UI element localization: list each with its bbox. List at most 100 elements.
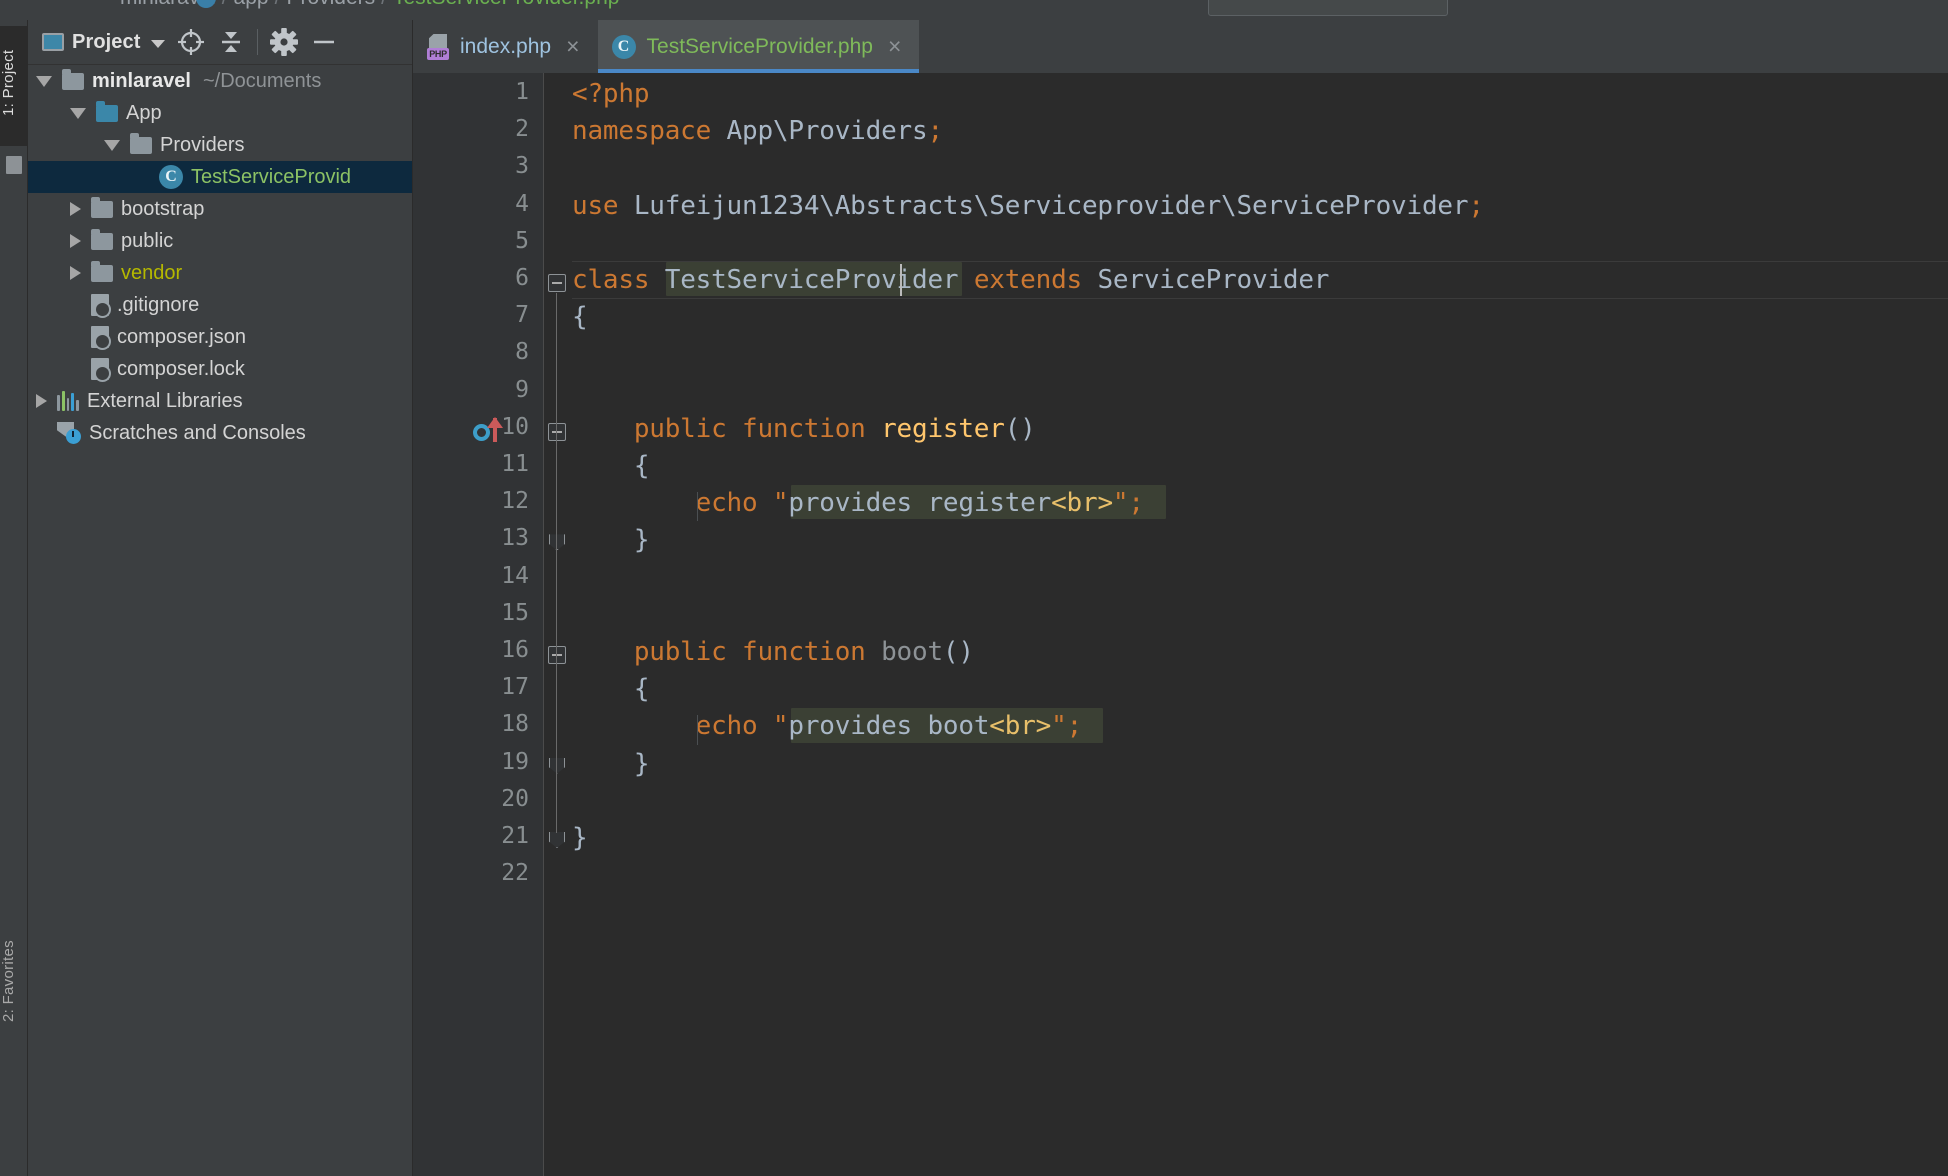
twisty-expanded-icon[interactable] — [36, 75, 52, 87]
tree-item-minlaravel[interactable]: minlaravel ~/Documents — [28, 65, 412, 97]
code-line[interactable]: use Lufeijun1234\Abstracts\Serviceprovid… — [572, 191, 1484, 221]
tree-item-label: .gitignore — [117, 293, 200, 316]
code-token: App\Providers — [726, 116, 928, 147]
code-line[interactable]: <?php — [572, 79, 649, 109]
close-icon[interactable]: × — [888, 35, 901, 58]
fold-region-end-boot[interactable] — [549, 757, 565, 774]
code-token: " — [772, 711, 789, 742]
twisty-expanded-icon[interactable] — [104, 139, 120, 151]
fold-region-end-class[interactable] — [549, 832, 565, 848]
line-number: 15 — [501, 599, 529, 626]
tree-item-label: External Libraries — [87, 389, 243, 412]
left-tool-rail: 1: Project 2: Favorites — [0, 20, 28, 1176]
code-token: <br> — [1051, 488, 1113, 519]
tree-item-bootstrap[interactable]: bootstrap — [28, 193, 412, 225]
tree-item-gitignore[interactable]: .gitignore — [28, 289, 412, 321]
code-line[interactable]: echo "provides register<br>"; — [572, 488, 1144, 518]
close-icon[interactable]: × — [566, 35, 579, 58]
tree-item-app[interactable]: App — [28, 97, 412, 129]
line-number: 19 — [501, 748, 529, 775]
external-libraries-icon — [57, 391, 79, 411]
hide-panel-button[interactable] — [304, 22, 344, 62]
tree-item-public[interactable]: public — [28, 225, 412, 257]
twisty-collapsed-icon[interactable] — [70, 234, 81, 248]
code-folding-column[interactable] — [544, 73, 572, 1176]
line-number: 12 — [501, 488, 529, 515]
code-line[interactable]: { — [572, 674, 650, 704]
indent-guide — [696, 492, 698, 522]
line-number: 11 — [501, 451, 529, 477]
editor-gutter[interactable]: 1 2 3 4 5 6 7 8 9 10 11 12 13 14 15 16 17 18 19 20 21 22 — [413, 73, 543, 1176]
library-bar — [61, 391, 65, 411]
line-number: 5 — [515, 227, 529, 254]
code-line[interactable]: } — [572, 749, 650, 779]
editor-tab-testserviceprovider-php[interactable]: C TestServiceProvider.php × — [597, 20, 920, 73]
tool-button-favorites[interactable]: 2: Favorites — [0, 906, 28, 1056]
chevron-down-icon — [150, 40, 165, 48]
code-token: public function — [572, 413, 882, 444]
scratches-icon — [57, 422, 81, 444]
twisty-expanded-icon[interactable] — [70, 107, 86, 119]
code-token: } — [572, 525, 650, 556]
tree-item-composer-lock[interactable]: composer.lock — [28, 353, 412, 385]
fold-region-register[interactable] — [548, 422, 566, 441]
code-token: echo — [572, 488, 773, 519]
tree-item-label: App — [126, 101, 162, 124]
twisty-collapsed-icon[interactable] — [70, 202, 81, 216]
editor-tab-index-php[interactable]: PHP index.php × — [413, 20, 598, 73]
line-number: 1 — [515, 79, 529, 105]
collapse-all-button[interactable] — [211, 22, 251, 62]
code-editor[interactable]: 1 2 3 4 5 6 7 8 9 10 11 12 13 14 15 16 17 18 19 20 21 22 <?ph… — [413, 73, 1948, 1176]
window-top-strip: minlaravel/app/Providers/TestServiceProv… — [0, 0, 1948, 20]
twisty-collapsed-icon[interactable] — [36, 394, 47, 408]
project-panel-toolbar: Project — [28, 20, 412, 65]
code-token: ; — [1066, 711, 1083, 742]
code-line[interactable]: public function boot() — [572, 637, 974, 667]
code-content[interactable]: <?php namespace App\Providers; use Lufeiju… — [572, 73, 1948, 1176]
overriding-method-icon[interactable] — [473, 416, 507, 444]
code-token: boot — [881, 637, 943, 667]
tool-button-project[interactable]: 1: Project — [0, 26, 28, 146]
code-line[interactable]: { — [572, 302, 588, 332]
code-line[interactable]: public function register() — [572, 414, 1036, 444]
tree-item-composer-json[interactable]: composer.json — [28, 321, 412, 353]
locate-file-button[interactable] — [171, 22, 211, 62]
tree-item-providers[interactable]: Providers — [28, 129, 412, 161]
code-line[interactable]: } — [572, 525, 650, 556]
code-line[interactable]: } — [572, 823, 588, 853]
line-number: 13 — [501, 525, 529, 552]
fold-region-class[interactable] — [548, 274, 566, 292]
fold-region-end-register[interactable] — [549, 534, 565, 551]
tree-item-external-libraries[interactable]: External Libraries — [28, 385, 412, 417]
php-file-icon: PHP — [427, 33, 449, 60]
folder-icon — [91, 228, 113, 250]
project-settings-button[interactable] — [264, 22, 304, 62]
line-number: 22 — [501, 860, 529, 887]
code-line[interactable]: namespace App\Providers; — [572, 116, 943, 146]
override-arrow — [487, 416, 503, 442]
line-number: 21 — [501, 823, 529, 849]
tree-item-testserviceprovid[interactable]: C TestServiceProvid — [28, 161, 412, 193]
tree-item-scratches-and-consoles[interactable]: Scratches and Consoles — [28, 417, 412, 449]
tree-item-label: minlaravel — [92, 69, 191, 92]
editor-tab-bar[interactable]: PHP index.php × C TestServiceProvider.php × — [413, 20, 1948, 73]
tree-item-vendor[interactable]: vendor — [28, 257, 412, 289]
library-bar — [76, 400, 79, 411]
line-number: 4 — [515, 190, 529, 217]
code-line[interactable]: echo "provides boot<br>"; — [572, 711, 1083, 742]
code-token: { — [572, 451, 650, 481]
indent-guide — [696, 715, 698, 745]
fold-region-boot[interactable] — [548, 646, 566, 664]
search-everywhere-box-ghost[interactable] — [1208, 0, 1448, 16]
code-token: echo — [572, 711, 773, 742]
twisty-collapsed-icon[interactable] — [70, 266, 81, 280]
project-tree[interactable]: minlaravel ~/Documents App Providers C TestSe… — [28, 65, 412, 1176]
project-view-selector[interactable]: Project — [38, 28, 171, 57]
code-line[interactable]: class TestServiceProvider extends Servic… — [572, 265, 1329, 295]
code-line[interactable]: { — [572, 451, 650, 481]
library-bar — [66, 398, 70, 411]
code-token: Lufeijun1234\Abstracts\Serviceprovider\S… — [633, 190, 1469, 221]
tree-item-label: public — [121, 229, 174, 252]
